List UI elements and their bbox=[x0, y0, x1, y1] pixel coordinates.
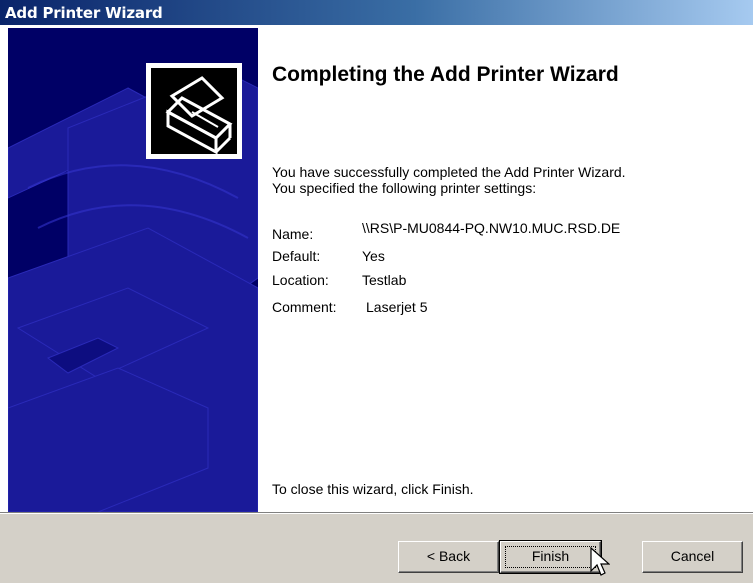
finish-button[interactable]: Finish bbox=[499, 540, 602, 574]
page-title: Completing the Add Printer Wizard bbox=[272, 63, 619, 86]
add-printer-wizard-window: Add Printer Wizard Completing the Add Pr… bbox=[0, 0, 753, 583]
cancel-button[interactable]: Cancel bbox=[642, 541, 743, 573]
title-bar[interactable]: Add Printer Wizard bbox=[0, 0, 753, 25]
default-label: Default: bbox=[272, 248, 321, 264]
name-value: \\RS\P-MU0844-PQ.NW10.MUC.RSD.DE bbox=[362, 220, 621, 236]
close-hint-text: To close this wizard, click Finish. bbox=[272, 481, 474, 497]
location-value: Testlab bbox=[362, 272, 407, 288]
mouse-pointer-icon bbox=[590, 547, 610, 576]
wizard-content: Completing the Add Printer Wizard You ha… bbox=[258, 25, 753, 512]
name-label: Name: bbox=[272, 226, 314, 242]
comment-value: Laserjet 5 bbox=[366, 299, 428, 315]
wizard-banner bbox=[8, 28, 258, 512]
button-separator bbox=[0, 512, 753, 514]
intro-text-line1: You have successfully completed the Add … bbox=[272, 164, 626, 180]
intro-text-line2: You specified the following printer sett… bbox=[272, 180, 537, 196]
back-button[interactable]: < Back bbox=[398, 541, 499, 573]
printer-icon bbox=[146, 63, 242, 159]
window-title: Add Printer Wizard bbox=[5, 4, 163, 22]
default-value: Yes bbox=[362, 248, 385, 264]
banner-printer-artwork bbox=[8, 63, 258, 512]
location-label: Location: bbox=[272, 272, 329, 288]
focus-rectangle bbox=[505, 546, 596, 568]
comment-label: Comment: bbox=[272, 299, 337, 315]
